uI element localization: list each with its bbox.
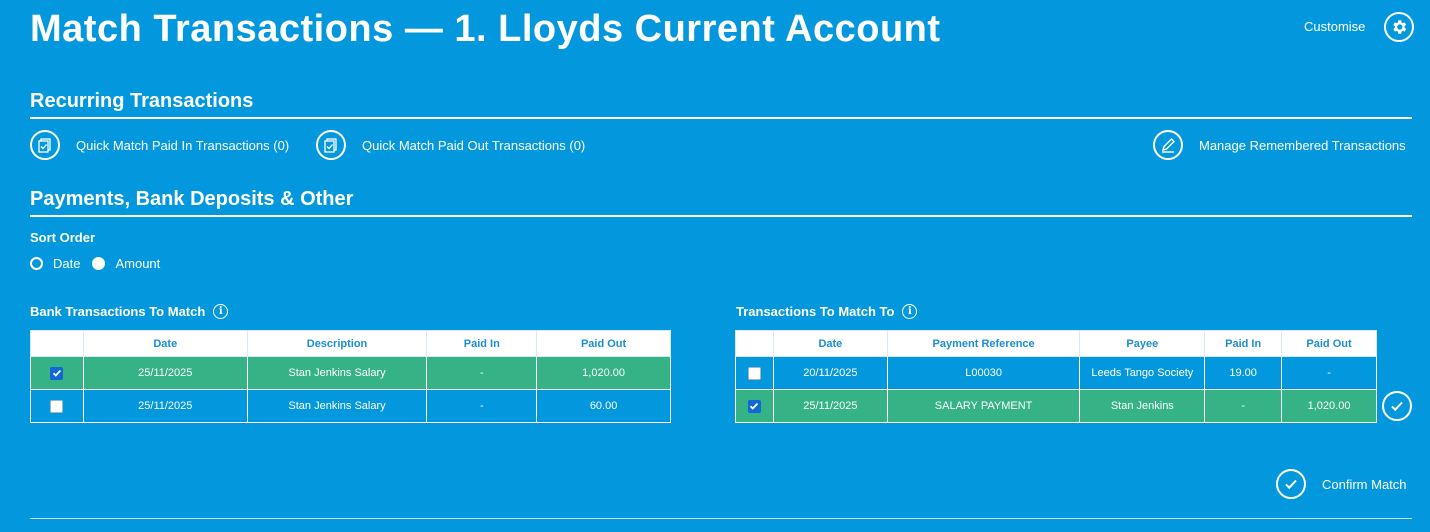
column-header-payment-reference[interactable]: Payment Reference (886, 330, 1081, 357)
info-icon[interactable]: i (902, 304, 918, 319)
cell-reference: SALARY PAYMENT (886, 389, 1081, 423)
column-header-paid-in[interactable]: Paid In (426, 330, 538, 357)
match-table-title-text: Transactions To Match To (736, 304, 895, 319)
cell-paid-in: - (1204, 389, 1283, 423)
column-header-date[interactable]: Date (82, 330, 248, 357)
cell-paid-out: 1,020.00 (1281, 389, 1377, 423)
cell-paid-in: 19.00 (1204, 356, 1283, 390)
column-header-select (735, 330, 774, 357)
confirm-row-check-icon[interactable] (1382, 391, 1412, 421)
cell-paid-out: 1,020.00 (536, 356, 671, 390)
sort-date-label: Date (53, 256, 81, 271)
cell-reference: L00030 (886, 356, 1081, 390)
sort-amount-radio[interactable] (92, 257, 106, 270)
manage-remembered-button[interactable]: Manage Remembered Transactions (1153, 130, 1406, 160)
sort-date-radio[interactable] (30, 257, 43, 270)
check-circle-icon (1276, 469, 1306, 499)
column-header-paid-out[interactable]: Paid Out (536, 330, 671, 357)
cell-paid-out: - (1281, 356, 1377, 390)
confirm-match-label: Confirm Match (1322, 476, 1407, 492)
page-title: Match Transactions — 1. Lloyds Current A… (30, 8, 941, 50)
sort-order-radio-group: Date Amount (30, 256, 170, 271)
cell-date: 25/11/2025 (82, 389, 248, 423)
recurring-section-title: Recurring Transactions (30, 90, 254, 112)
bank-transactions-table: Date Description Paid In Paid Out 25/11/… (30, 330, 671, 423)
cell-date: 25/11/2025 (772, 389, 888, 423)
row-checkbox[interactable] (747, 399, 761, 413)
cell-paid-out: 60.00 (536, 389, 671, 423)
customise-link[interactable]: Customise (1304, 19, 1365, 34)
manage-remembered-label: Manage Remembered Transactions (1199, 137, 1406, 153)
quick-match-paid-out-button[interactable]: Quick Match Paid Out Transactions (0) (316, 130, 585, 160)
divider (30, 518, 1412, 519)
cell-description: Stan Jenkins Salary (246, 356, 428, 390)
sort-amount-label: Amount (115, 256, 161, 271)
row-checkbox[interactable] (50, 399, 64, 413)
gear-icon[interactable] (1384, 12, 1414, 42)
column-header-description[interactable]: Description (246, 330, 428, 357)
table-row[interactable]: 20/11/2025 L00030 Leeds Tango Society 19… (735, 356, 1377, 390)
payments-section-title: Payments, Bank Deposits & Other (30, 188, 354, 210)
cell-description: Stan Jenkins Salary (246, 389, 428, 423)
cell-payee: Stan Jenkins (1079, 389, 1206, 423)
divider (30, 117, 1412, 119)
match-transactions-table: Date Payment Reference Payee Paid In Pai… (735, 330, 1377, 423)
bank-table-title-text: Bank Transactions To Match (30, 304, 206, 319)
cell-payee: Leeds Tango Society (1079, 356, 1206, 390)
bank-table-title: Bank Transactions To Match i (30, 304, 229, 319)
column-header-date[interactable]: Date (772, 330, 888, 357)
table-row[interactable]: 25/11/2025 Stan Jenkins Salary - 1,020.0… (30, 356, 671, 390)
quick-match-paid-out-label: Quick Match Paid Out Transactions (0) (362, 137, 586, 153)
confirm-match-button[interactable]: Confirm Match (1276, 469, 1407, 499)
column-header-payee[interactable]: Payee (1079, 330, 1206, 357)
checklist-icon (30, 130, 60, 160)
divider (30, 215, 1412, 217)
quick-match-paid-in-button[interactable]: Quick Match Paid In Transactions (0) (30, 130, 289, 160)
cell-paid-in: - (426, 356, 538, 390)
sort-order-label: Sort Order (30, 230, 96, 245)
cell-date: 25/11/2025 (82, 356, 248, 390)
column-header-paid-out[interactable]: Paid Out (1281, 330, 1377, 357)
checklist-icon (316, 130, 346, 160)
info-icon[interactable]: i (213, 304, 229, 319)
quick-match-paid-in-label: Quick Match Paid In Transactions (0) (76, 137, 290, 153)
match-table-title: Transactions To Match To i (736, 304, 918, 319)
pencil-icon (1153, 130, 1183, 160)
cell-date: 20/11/2025 (772, 356, 888, 390)
cell-paid-in: - (426, 389, 538, 423)
table-row[interactable]: 25/11/2025 Stan Jenkins Salary - 60.00 (30, 389, 671, 423)
table-row[interactable]: 25/11/2025 SALARY PAYMENT Stan Jenkins -… (735, 389, 1377, 423)
row-checkbox[interactable] (747, 366, 761, 380)
column-header-select (30, 330, 84, 357)
row-checkbox[interactable] (50, 366, 64, 380)
column-header-paid-in[interactable]: Paid In (1204, 330, 1283, 357)
